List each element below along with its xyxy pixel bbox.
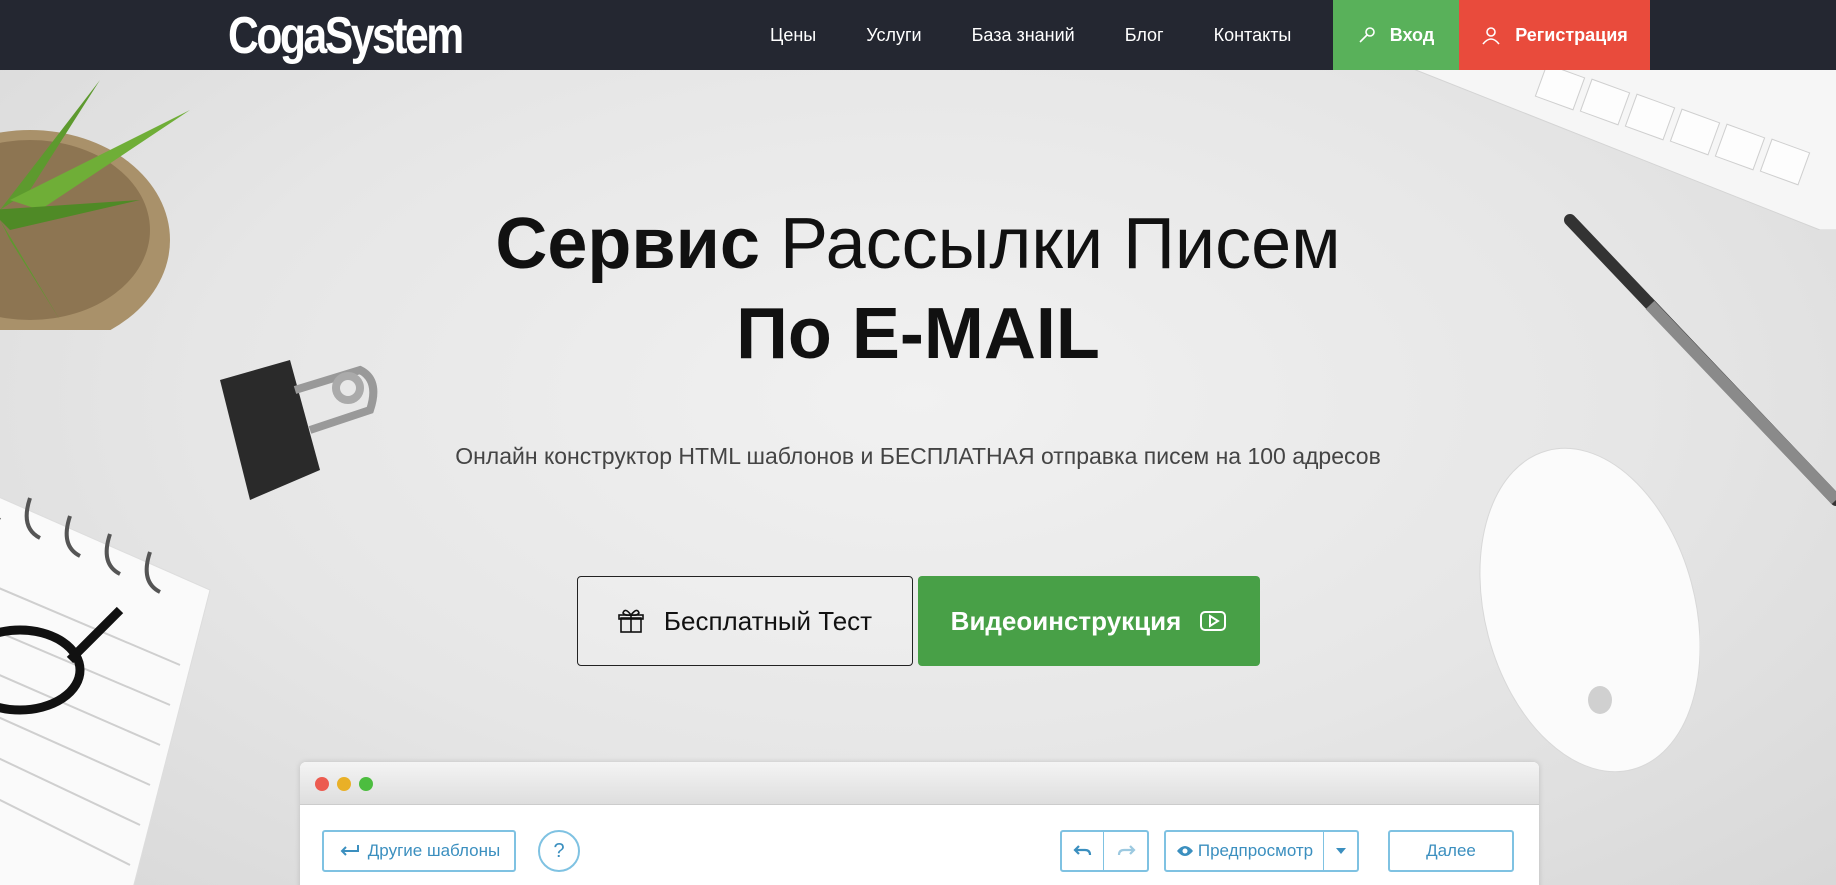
next-label: Далее — [1426, 841, 1476, 860]
preview-options-dropdown[interactable] — [1323, 830, 1359, 872]
next-button[interactable]: Далее — [1388, 830, 1514, 872]
preview-button[interactable]: Предпросмотр — [1164, 830, 1324, 872]
close-window-dot — [315, 777, 329, 791]
top-navbar: CogaSystem Цены Услуги База знаний Блог … — [0, 0, 1836, 70]
clip-decoration — [210, 360, 380, 510]
video-label: Видеоинструкция — [950, 605, 1182, 636]
redo-button[interactable] — [1103, 830, 1149, 872]
key-icon — [1359, 27, 1375, 43]
minimize-window-dot — [337, 777, 351, 791]
back-arrow-icon — [340, 845, 359, 856]
help-label: ? — [553, 839, 565, 862]
user-icon — [1482, 27, 1500, 45]
hero-subtitle: Онлайн конструктор HTML шаблонов и БЕСПЛ… — [455, 443, 1381, 469]
nav-link-prices[interactable]: Цены — [770, 25, 816, 46]
maximize-window-dot — [359, 777, 373, 791]
register-label: Регистрация — [1515, 24, 1628, 45]
login-label: Вход — [1389, 24, 1435, 45]
editor-window-preview: Другие шаблоны ? Предпросмотр Далее — [300, 762, 1539, 885]
hero-title-line2: По E-MAIL — [736, 294, 1100, 374]
site-logo[interactable]: CogaSystem — [228, 6, 464, 66]
window-titlebar — [300, 762, 1539, 805]
nav-link-blog[interactable]: Блог — [1125, 25, 1164, 46]
redo-icon — [1117, 845, 1136, 856]
play-icon — [1200, 611, 1227, 631]
nav-link-contacts[interactable]: Контакты — [1214, 25, 1292, 46]
login-button[interactable]: Вход — [1333, 0, 1459, 70]
hero-title: Сервис Рассылки Писем — [0, 200, 1836, 288]
undo-button[interactable] — [1060, 830, 1104, 872]
register-button[interactable]: Регистрация — [1459, 0, 1650, 70]
nav-link-knowledge-base[interactable]: База знаний — [972, 25, 1075, 46]
help-button[interactable]: ? — [538, 830, 580, 872]
free-test-button[interactable]: Бесплатный Тест — [577, 576, 913, 666]
caret-down-icon — [1335, 848, 1346, 854]
preview-label: Предпросмотр — [1197, 841, 1314, 860]
hero-title-bold: Сервис — [495, 204, 760, 284]
nav-link-services[interactable]: Услуги — [866, 25, 921, 46]
nav-links: Цены Услуги База знаний Блог Контакты — [770, 0, 1341, 70]
eye-icon — [1176, 846, 1193, 856]
other-templates-button[interactable]: Другие шаблоны — [322, 830, 516, 872]
gift-icon — [618, 609, 644, 633]
free-test-label: Бесплатный Тест — [663, 605, 873, 636]
undo-icon — [1072, 845, 1091, 856]
video-instruction-button[interactable]: Видеоинструкция — [918, 576, 1260, 666]
hero-title-light: Рассылки Писем — [779, 204, 1341, 284]
mouse-decoration — [1460, 430, 1701, 780]
other-templates-label: Другие шаблоны — [367, 841, 501, 860]
